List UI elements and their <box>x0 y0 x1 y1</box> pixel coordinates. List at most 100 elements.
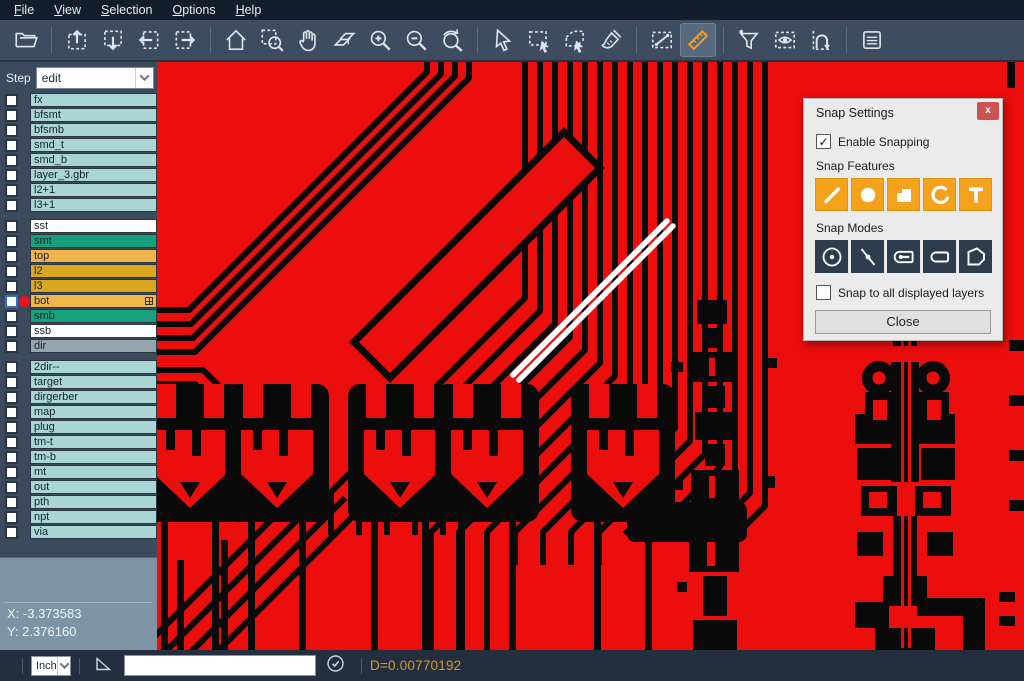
menu-item-selection[interactable]: Selection <box>91 0 162 20</box>
layer-row-smb[interactable]: smb <box>0 309 157 324</box>
layer-checkbox[interactable] <box>5 511 18 524</box>
layer-row-fx[interactable]: fx <box>0 93 157 108</box>
pan-page-icon[interactable] <box>327 24 361 56</box>
zoom-previous-icon[interactable] <box>435 24 469 56</box>
layer-row-l2[interactable]: l2 <box>0 264 157 279</box>
layer-name[interactable]: layer_3.gbr <box>30 168 157 182</box>
layer-name[interactable]: npt <box>30 510 157 524</box>
layer-row-l2+1[interactable]: l2+1 <box>0 183 157 198</box>
mode-pad-slot-button[interactable] <box>887 240 920 273</box>
layer-row-l3+1[interactable]: l3+1 <box>0 198 157 213</box>
clean-brush-icon[interactable] <box>594 24 628 56</box>
layer-checkbox[interactable] <box>5 406 18 419</box>
measure-ruler-icon[interactable] <box>681 24 715 56</box>
menu-item-options[interactable]: Options <box>162 0 225 20</box>
layer-checkbox[interactable] <box>5 451 18 464</box>
layer-name[interactable]: fx <box>30 93 157 107</box>
layer-name[interactable]: smd_t <box>30 138 157 152</box>
select-poly-icon[interactable] <box>558 24 592 56</box>
pan-hand-icon[interactable] <box>291 24 325 56</box>
layer-name[interactable]: smd_b <box>30 153 157 167</box>
layer-checkbox[interactable] <box>5 376 18 389</box>
layer-checkbox[interactable] <box>5 154 18 167</box>
layer-checkbox[interactable] <box>5 436 18 449</box>
layer-name[interactable]: l2+1 <box>30 183 157 197</box>
net-trace-icon[interactable] <box>804 24 838 56</box>
layer-checkbox[interactable] <box>5 184 18 197</box>
layer-name[interactable]: mt <box>30 465 157 479</box>
layer-checkbox[interactable] <box>5 481 18 494</box>
layer-row-2dir--[interactable]: 2dir-- <box>0 360 157 375</box>
mode-polygon-button[interactable] <box>959 240 992 273</box>
layer-checkbox[interactable] <box>5 139 18 152</box>
layer-checkbox[interactable] <box>5 199 18 212</box>
open-folder-icon[interactable] <box>9 24 43 56</box>
measure-line-icon[interactable] <box>645 24 679 56</box>
page-left-icon[interactable] <box>132 24 166 56</box>
layer-row-bot[interactable]: bot <box>0 294 157 309</box>
dialog-title-bar[interactable]: Snap Settings x <box>804 99 1002 123</box>
snap-arc-button[interactable] <box>923 178 956 211</box>
refresh-check-icon[interactable] <box>326 654 345 678</box>
layer-name[interactable]: top <box>30 249 157 263</box>
layer-row-target[interactable]: target <box>0 375 157 390</box>
layer-row-bfsmt[interactable]: bfsmt <box>0 108 157 123</box>
layer-row-smd_b[interactable]: smd_b <box>0 153 157 168</box>
layer-name[interactable]: l3+1 <box>30 198 157 212</box>
layer-checkbox[interactable] <box>5 109 18 122</box>
layer-checkbox[interactable] <box>5 280 18 293</box>
layer-checkbox[interactable] <box>5 169 18 182</box>
layer-checkbox[interactable] <box>5 325 18 338</box>
layer-checkbox[interactable] <box>5 235 18 248</box>
filter-icon[interactable] <box>732 24 766 56</box>
layer-name[interactable]: dir <box>30 339 157 353</box>
snap-pad-button[interactable] <box>851 178 884 211</box>
layer-checkbox[interactable] <box>5 496 18 509</box>
layer-checkbox[interactable] <box>5 421 18 434</box>
snap-surface-button[interactable] <box>887 178 920 211</box>
layer-row-sst[interactable]: sst <box>0 219 157 234</box>
layer-checkbox[interactable] <box>5 94 18 107</box>
layer-name[interactable]: plug <box>30 420 157 434</box>
layer-checkbox[interactable] <box>5 124 18 137</box>
layer-name[interactable]: bot <box>30 294 157 308</box>
zoom-out-icon[interactable] <box>399 24 433 56</box>
select-rect-icon[interactable] <box>522 24 556 56</box>
layer-row-dirgerber[interactable]: dirgerber <box>0 390 157 405</box>
layer-row-pth[interactable]: pth <box>0 495 157 510</box>
layer-row-via[interactable]: via <box>0 525 157 540</box>
layer-row-tm-b[interactable]: tm-b <box>0 450 157 465</box>
layer-checkbox[interactable] <box>5 526 18 539</box>
layer-checkbox[interactable] <box>5 250 18 263</box>
snap-line-button[interactable] <box>815 178 848 211</box>
layer-row-map[interactable]: map <box>0 405 157 420</box>
layer-row-tm-t[interactable]: tm-t <box>0 435 157 450</box>
layer-name[interactable]: map <box>30 405 157 419</box>
layer-row-layer_3.gbr[interactable]: layer_3.gbr <box>0 168 157 183</box>
mode-midpoint-button[interactable] <box>851 240 884 273</box>
layer-checkbox[interactable] <box>5 295 18 308</box>
layer-name[interactable]: dirgerber <box>30 390 157 404</box>
layer-checkbox[interactable] <box>5 220 18 233</box>
unit-select[interactable]: Inch <box>31 656 71 676</box>
layer-name[interactable]: out <box>30 480 157 494</box>
layer-name[interactable]: smb <box>30 309 157 323</box>
menu-item-help[interactable]: Help <box>226 0 272 20</box>
home-icon[interactable] <box>219 24 253 56</box>
layer-row-ssb[interactable]: ssb <box>0 324 157 339</box>
zoom-area-icon[interactable] <box>255 24 289 56</box>
layer-name[interactable]: l2 <box>30 264 157 278</box>
mode-pad-outline-button[interactable] <box>923 240 956 273</box>
layer-checkbox[interactable] <box>5 361 18 374</box>
layer-row-out[interactable]: out <box>0 480 157 495</box>
select-cursor-icon[interactable] <box>486 24 520 56</box>
layer-name[interactable]: smt <box>30 234 157 248</box>
layer-name[interactable]: 2dir-- <box>30 360 157 374</box>
layer-name[interactable]: tm-t <box>30 435 157 449</box>
layer-name[interactable]: bfsmb <box>30 123 157 137</box>
layer-table-icon[interactable] <box>855 24 889 56</box>
page-down-icon[interactable] <box>96 24 130 56</box>
close-button[interactable]: Close <box>815 310 991 334</box>
layer-name[interactable]: target <box>30 375 157 389</box>
command-input[interactable] <box>124 655 316 676</box>
